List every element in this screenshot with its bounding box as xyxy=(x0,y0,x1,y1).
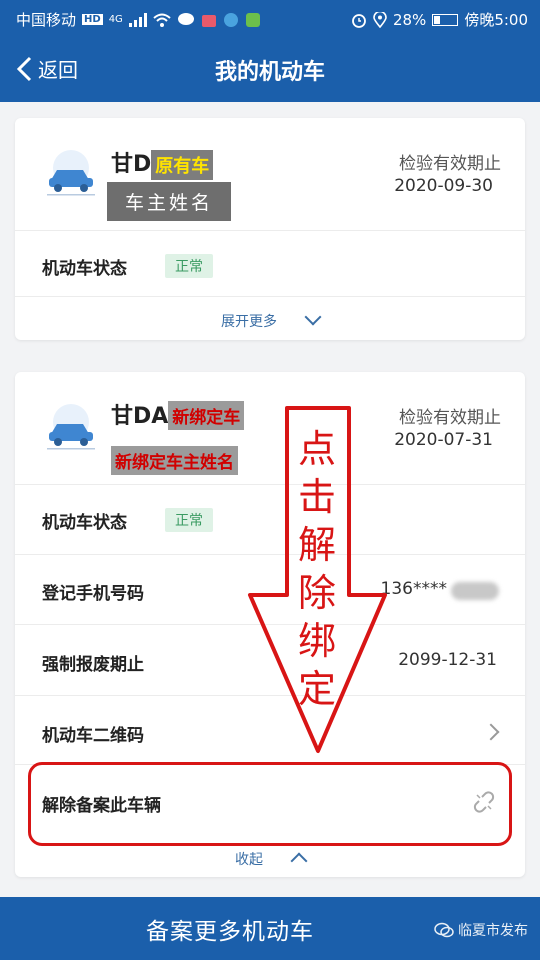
app-icon xyxy=(201,14,216,27)
phone-value: 136**** xyxy=(380,579,447,599)
car-icon xyxy=(47,404,95,450)
annotation-char: 解 xyxy=(297,523,336,567)
phone-label: 登记手机号码 xyxy=(42,584,144,604)
annotation-char: 除 xyxy=(297,571,336,615)
collapse-label: 收起 xyxy=(235,852,263,868)
nav-bar: 返回 我的机动车 xyxy=(0,36,540,102)
annotation-text: 点 击 解 除 绑 定 xyxy=(296,425,338,713)
annotation-char: 击 xyxy=(297,475,336,519)
divider xyxy=(15,296,525,297)
clock: 傍晚5:00 xyxy=(464,11,528,29)
alarm-icon xyxy=(352,13,366,28)
inspection-date: 2020-09-30 xyxy=(394,176,493,196)
scrap-value: 2099-12-31 xyxy=(398,650,497,670)
signal-icon xyxy=(128,12,147,27)
expand-more-button[interactable]: 展开更多 xyxy=(15,308,525,331)
app2-icon xyxy=(223,12,238,27)
carrier-name: 中国移动 xyxy=(16,11,77,29)
battery-percent: 28% xyxy=(392,10,427,29)
wifi-icon xyxy=(153,13,171,27)
qr-label: 机动车二维码 xyxy=(42,726,144,746)
chevron-right-icon xyxy=(482,723,500,741)
inspection-label: 检验有效期止 xyxy=(399,408,501,428)
status-label: 机动车状态 xyxy=(42,513,127,533)
owner-name-overlay: 新绑定车主姓名 xyxy=(111,446,238,475)
status-badge: 正常 xyxy=(165,508,213,532)
inspection-label: 检验有效期止 xyxy=(399,154,501,174)
expand-more-label: 展开更多 xyxy=(221,314,277,330)
annotation-char: 定 xyxy=(297,667,336,711)
watermark: 临夏市发布 xyxy=(434,920,528,940)
hd-badge: HD xyxy=(82,14,103,25)
plate-text: 甘D xyxy=(111,152,152,177)
vehicle-card-1: 甘D 原有车 车主姓名 检验有效期止 2020-09-30 机动车状态 正常 展开… xyxy=(15,118,525,340)
annotation-char: 点 xyxy=(297,427,336,471)
annotation-char: 绑 xyxy=(297,619,336,663)
plate-number: 甘DA 新绑定车 xyxy=(111,398,245,430)
status-label: 机动车状态 xyxy=(42,259,127,279)
inspection-date: 2020-07-31 xyxy=(394,430,493,450)
location-icon xyxy=(373,11,387,28)
app3-icon xyxy=(245,12,260,27)
page-title: 我的机动车 xyxy=(214,60,325,85)
collapse-button[interactable]: 收起 xyxy=(15,849,525,870)
chevron-down-icon xyxy=(304,308,322,326)
message-icon xyxy=(177,12,194,25)
plate-text: 甘DA xyxy=(111,404,169,429)
divider xyxy=(15,230,525,231)
plate-number: 甘D 原有车 xyxy=(111,146,214,180)
plate-overlay: 新绑定车 xyxy=(168,401,245,430)
register-more-label: 备案更多机动车 xyxy=(146,918,314,945)
phone-redaction xyxy=(451,582,499,600)
owner-name-overlay: 车主姓名 xyxy=(107,182,232,221)
battery-icon xyxy=(432,13,459,26)
status-badge: 正常 xyxy=(165,254,213,278)
wechat-icon xyxy=(434,922,454,938)
plate-overlay: 原有车 xyxy=(151,150,214,180)
network-type: 4G xyxy=(108,14,123,25)
scrap-label: 强制报废期止 xyxy=(42,655,144,675)
car-icon xyxy=(47,150,95,196)
chevron-up-icon xyxy=(290,852,308,870)
unbind-highlight-annotation xyxy=(28,762,512,846)
watermark-text: 临夏市发布 xyxy=(458,923,528,939)
status-bar: 中国移动 HD 4G 28% 傍晚5:00 xyxy=(0,0,540,36)
